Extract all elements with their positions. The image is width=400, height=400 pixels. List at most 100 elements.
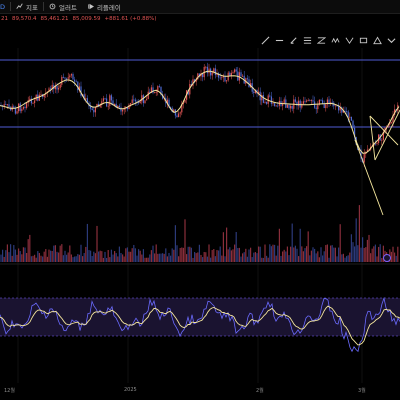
candles (0, 62, 399, 167)
volume-bar (293, 247, 295, 262)
volume-bar (141, 254, 143, 262)
volume-bar (317, 251, 319, 262)
volume-bar (64, 250, 66, 262)
volume-bar (363, 247, 365, 262)
volume-bar (277, 245, 279, 262)
volume-bar (118, 246, 120, 262)
volume-bar (253, 252, 255, 262)
volume-bar (360, 247, 362, 262)
volume-bar (328, 257, 330, 262)
volume-bar (35, 257, 37, 262)
volume-bar (147, 257, 149, 262)
candle-body (325, 104, 327, 109)
volume-bar (163, 253, 165, 262)
candle-body (328, 99, 330, 104)
volume-bar (14, 249, 16, 262)
volume-bar (122, 254, 124, 262)
volume-bar (272, 244, 274, 262)
candle-body (320, 99, 322, 101)
volume-bar (131, 248, 133, 262)
volume-bar (341, 254, 343, 262)
candle-body (266, 101, 268, 104)
volume-bar (24, 247, 26, 262)
price-chart[interactable] (0, 0, 400, 383)
volume-bar (134, 248, 136, 262)
volume-bar (106, 257, 108, 262)
volume-bar (37, 251, 39, 262)
volume-bar (53, 245, 55, 262)
volume-bar (40, 255, 42, 262)
volume-bar (115, 253, 117, 262)
candle-body (85, 98, 87, 100)
volume-bar (379, 244, 381, 262)
volume-bar (232, 249, 234, 262)
volume-bar (306, 246, 308, 262)
volume-bar (331, 245, 333, 262)
candle-body (70, 74, 72, 76)
volume-bar (200, 254, 202, 262)
candle-body (38, 94, 40, 101)
volume-bar (142, 249, 144, 262)
candle-body (176, 115, 178, 118)
volume-bar (42, 256, 44, 262)
candle-body (139, 101, 141, 104)
candle-body (253, 91, 255, 94)
volume-bar (125, 248, 127, 262)
volume-bar (90, 250, 92, 262)
volume-bar (101, 251, 103, 262)
volume-bar (6, 244, 8, 262)
candle-body (229, 72, 231, 76)
volume-bar (322, 255, 324, 262)
volume-bar (234, 244, 236, 262)
volume-bar (38, 253, 40, 262)
candle-body (29, 98, 31, 101)
volume-bar (309, 255, 311, 262)
candle-body (130, 103, 132, 105)
volume-bar (0, 254, 2, 262)
volume-bar (347, 255, 349, 262)
candle-body (350, 116, 352, 121)
candle-body (262, 95, 264, 103)
candle-body (390, 122, 392, 124)
volume-bar (184, 219, 186, 262)
volume-bar (227, 249, 229, 262)
candle-body (269, 95, 271, 97)
volume-bar (114, 251, 116, 262)
volume-bar (139, 250, 141, 262)
candle-body (235, 69, 237, 72)
volume-bar (43, 251, 45, 262)
volume-bar (123, 256, 125, 262)
volume-bar (302, 251, 304, 262)
candle-body (6, 104, 8, 106)
volume-bar (214, 256, 216, 262)
candle-body (211, 72, 213, 76)
candle-body (62, 76, 64, 78)
candle-body (122, 109, 124, 112)
volume-bar (189, 246, 191, 262)
candle-body (107, 105, 109, 107)
volume-bar (210, 257, 212, 262)
volume-settings-icon[interactable] (383, 254, 391, 262)
candle-body (307, 99, 309, 101)
volume-bar (301, 246, 303, 262)
candle-body (381, 139, 383, 141)
candle-body (214, 68, 216, 75)
candle-body (290, 105, 292, 109)
volume-bar (34, 254, 36, 262)
volume-bar (339, 224, 341, 262)
volume-bar (208, 244, 210, 262)
candle-body (8, 104, 10, 108)
candle-body (240, 72, 242, 77)
candle-body (274, 103, 276, 107)
candle-body (40, 94, 42, 96)
volume-bar (117, 256, 119, 262)
volume-bar (154, 253, 156, 262)
volume-bar (274, 244, 276, 262)
volume-bar (27, 239, 29, 262)
candle-body (221, 77, 223, 79)
volume-bar (298, 256, 300, 262)
volume-bar (262, 257, 264, 262)
candle-body (331, 102, 333, 104)
candle-body (346, 111, 348, 112)
volume-bar (378, 246, 380, 262)
